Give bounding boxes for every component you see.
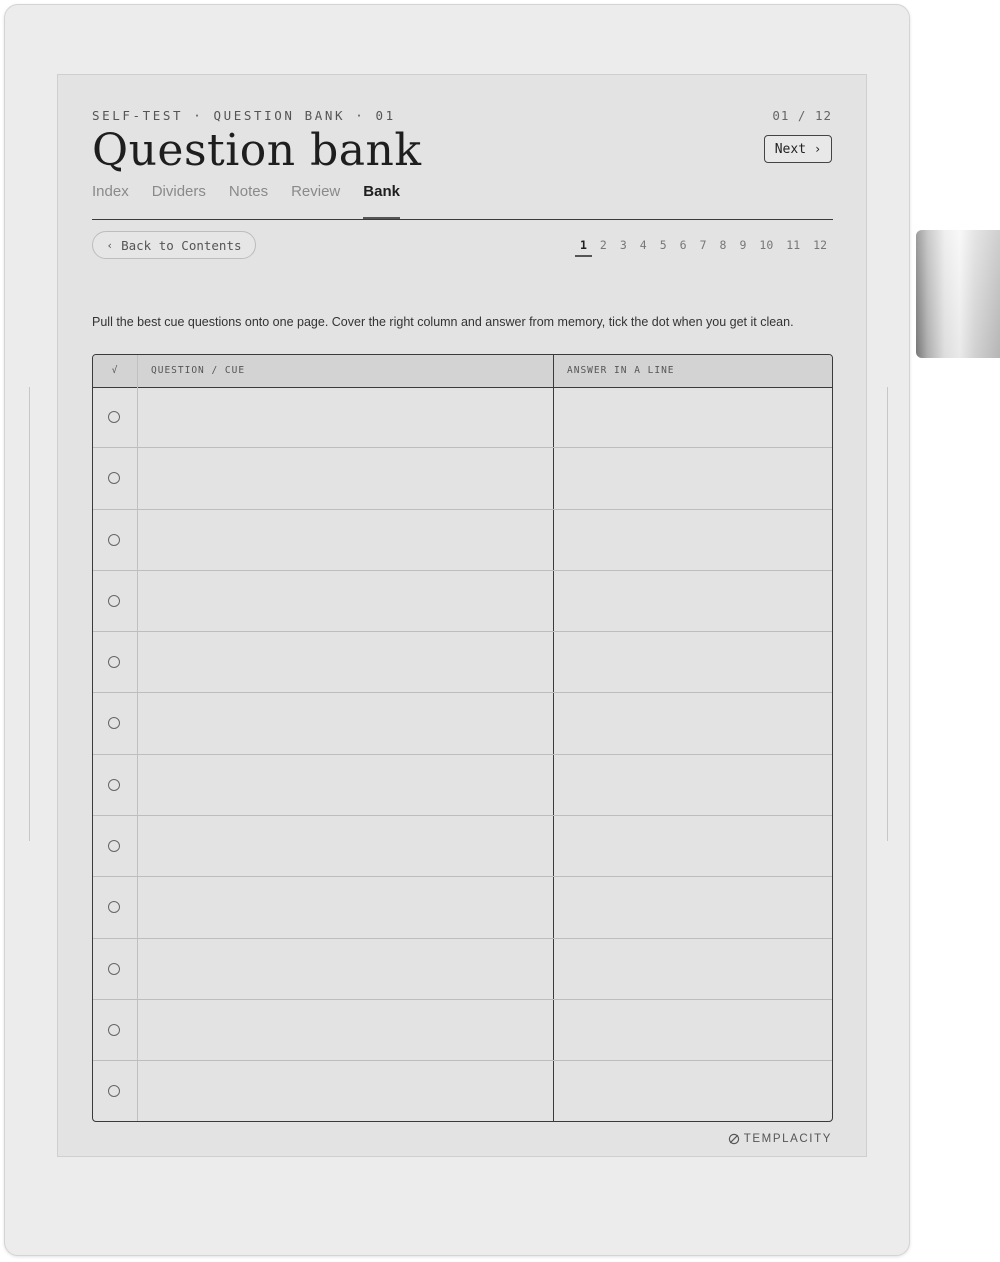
page-link-2[interactable]: 2 (595, 237, 612, 257)
tick-dot[interactable] (108, 472, 120, 485)
header-answer: ANSWER IN A LINE (567, 365, 675, 376)
table-row (93, 693, 832, 755)
page-link-7[interactable]: 7 (695, 237, 712, 257)
tab-bank[interactable]: Bank (363, 182, 400, 220)
answer-cell[interactable] (554, 939, 832, 999)
tab-review[interactable]: Review (291, 182, 340, 220)
tick-dot[interactable] (108, 717, 120, 730)
table-row (93, 632, 832, 694)
answer-cell[interactable] (554, 877, 832, 937)
tabs-divider (92, 219, 833, 220)
tablet-device: SELF-TEST · QUESTION BANK · 01 01 / 12 Q… (4, 4, 910, 1256)
table-row (93, 387, 832, 449)
page-counter: 01 / 12 (772, 108, 832, 123)
question-cell[interactable] (138, 448, 553, 508)
answer-cell[interactable] (554, 448, 832, 508)
tab-notes[interactable]: Notes (229, 182, 268, 220)
brand-name: TEMPLACITY (743, 1133, 832, 1145)
tick-dot[interactable] (108, 901, 120, 914)
answer-cell[interactable] (554, 632, 832, 692)
stylus-pen (916, 230, 1000, 358)
device-edge-line-right (887, 387, 888, 841)
tab-index[interactable]: Index (92, 182, 129, 220)
page-link-9[interactable]: 9 (734, 237, 751, 257)
answer-cell[interactable] (554, 387, 832, 447)
page-link-1[interactable]: 1 (574, 237, 592, 257)
next-button[interactable]: Next › (764, 135, 832, 163)
table-row (93, 755, 832, 817)
table-row (93, 939, 832, 1000)
tick-dot[interactable] (108, 594, 120, 607)
page-link-10[interactable]: 10 (754, 237, 778, 257)
question-cell[interactable] (138, 510, 553, 570)
page-link-3[interactable]: 3 (615, 237, 632, 257)
page-link-8[interactable]: 8 (715, 237, 732, 257)
brand-mark: TEMPLACITY (728, 1133, 832, 1145)
next-button-label: Next (774, 141, 807, 157)
table-row (93, 1000, 832, 1062)
question-table: √ QUESTION / CUE ANSWER IN A LINE (92, 354, 833, 1122)
answer-cell[interactable] (554, 755, 832, 815)
table-row (93, 571, 832, 633)
templacity-logo-icon (728, 1133, 740, 1145)
answer-cell[interactable] (554, 693, 832, 753)
question-cell[interactable] (138, 693, 553, 753)
section-tabs: Index Dividers Notes Review Bank (92, 182, 400, 220)
question-cell[interactable] (138, 939, 553, 999)
answer-cell[interactable] (554, 1061, 832, 1121)
tick-dot[interactable] (108, 656, 120, 669)
question-cell[interactable] (138, 387, 553, 447)
tick-dot[interactable] (108, 778, 120, 791)
back-to-contents-label: Back to Contents (121, 237, 242, 253)
instruction-text: Pull the best cue questions onto one pag… (92, 315, 794, 329)
table-row (93, 448, 832, 510)
tab-dividers[interactable]: Dividers (152, 182, 206, 220)
question-cell[interactable] (138, 877, 553, 937)
page-pager: 1 2 3 4 5 6 7 8 9 10 11 12 (572, 237, 832, 257)
answer-cell[interactable] (554, 510, 832, 570)
question-cell[interactable] (138, 755, 553, 815)
page-title: Question bank (92, 125, 422, 176)
page-link-5[interactable]: 5 (655, 237, 672, 257)
table-row (93, 1061, 832, 1121)
table-row (93, 510, 832, 571)
table-row (93, 816, 832, 878)
table-body (93, 387, 832, 1121)
question-cell[interactable] (138, 816, 553, 876)
page-link-11[interactable]: 11 (781, 237, 805, 257)
tick-dot[interactable] (108, 962, 120, 975)
header-question: QUESTION / CUE (151, 365, 246, 376)
tick-dot[interactable] (108, 1023, 120, 1036)
tick-dot[interactable] (108, 411, 120, 423)
back-to-contents-button[interactable]: ‹ Back to Contents (92, 231, 256, 259)
page-eyebrow: SELF-TEST · QUESTION BANK · 01 (92, 108, 396, 123)
question-cell[interactable] (138, 1000, 553, 1060)
answer-cell[interactable] (554, 571, 832, 631)
answer-cell[interactable] (554, 816, 832, 876)
chevron-left-icon: ‹ (106, 238, 114, 252)
table-header: √ QUESTION / CUE ANSWER IN A LINE (93, 355, 832, 388)
page-link-12[interactable]: 12 (808, 237, 832, 257)
answer-cell[interactable] (554, 1000, 832, 1060)
chevron-right-icon: › (814, 142, 822, 156)
question-cell[interactable] (138, 1061, 553, 1121)
tick-dot[interactable] (108, 533, 120, 546)
question-cell[interactable] (138, 632, 553, 692)
table-row (93, 877, 832, 939)
page-link-4[interactable]: 4 (635, 237, 652, 257)
device-edge-line-left (29, 387, 30, 841)
tablet-screen: SELF-TEST · QUESTION BANK · 01 01 / 12 Q… (57, 74, 867, 1157)
tick-dot[interactable] (108, 840, 120, 853)
header-check: √ (111, 365, 119, 376)
question-cell[interactable] (138, 571, 553, 631)
tick-dot[interactable] (108, 1085, 120, 1098)
page-link-6[interactable]: 6 (675, 237, 692, 257)
